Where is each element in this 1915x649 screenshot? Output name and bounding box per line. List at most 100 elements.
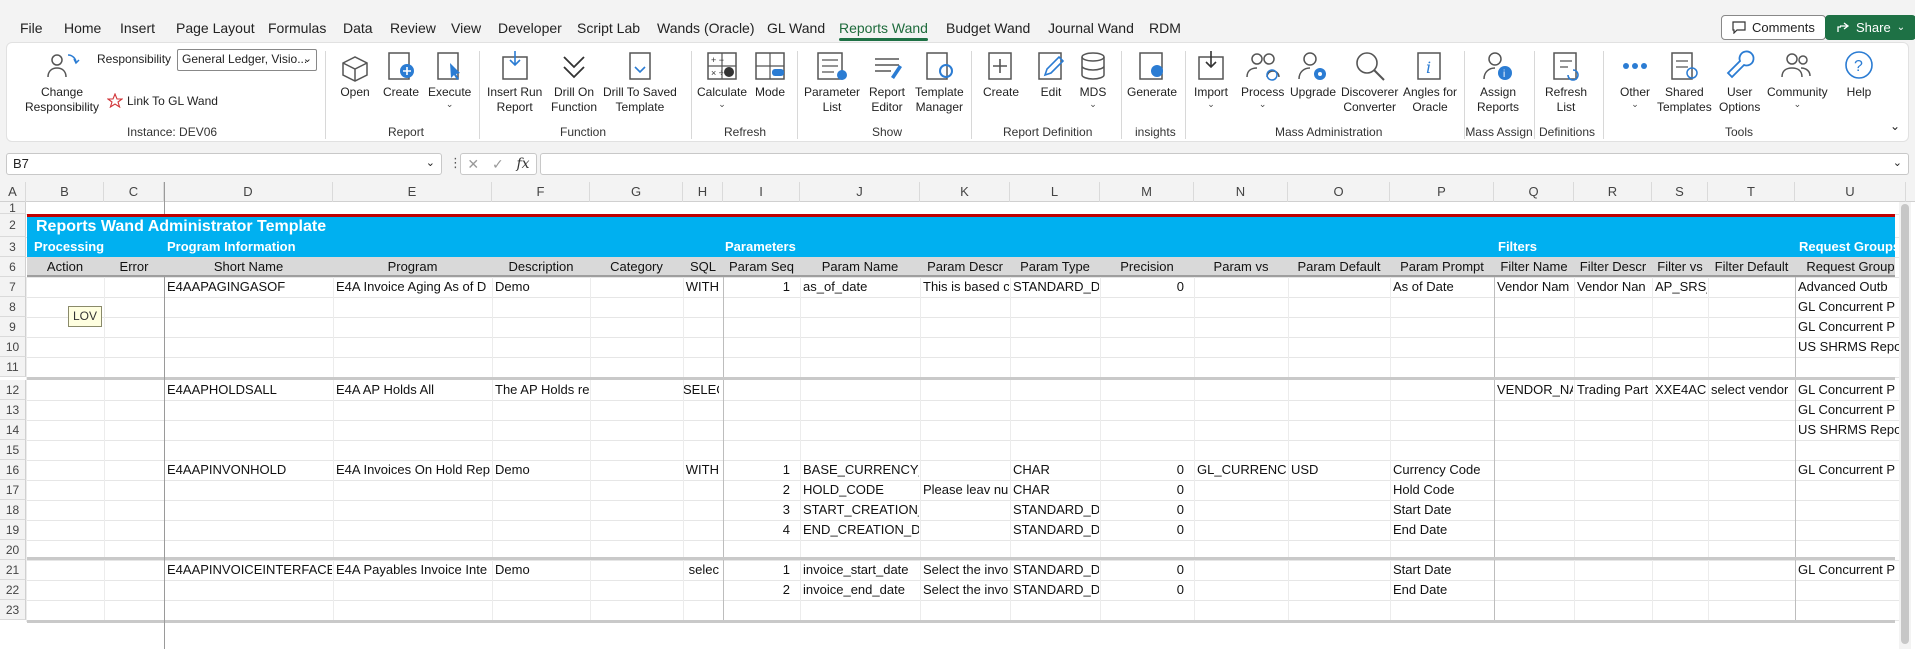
assign-reports-button[interactable]: i Assign Reports [1477,49,1519,115]
mds-button[interactable]: MDS ⌄ [1075,49,1111,109]
header-request-group[interactable]: Request Group [1795,259,1906,274]
cell-i16[interactable]: 1 [723,462,790,477]
cell-j18[interactable]: START_CREATION_DATE [803,502,919,517]
header-precision[interactable]: Precision [1100,259,1194,274]
cell-e7[interactable]: E4A Invoice Aging As of D [336,279,486,294]
column-header-p[interactable]: P [1390,182,1494,202]
cell-u7[interactable]: Advanced Outb [1798,279,1888,294]
header-param-prompt[interactable]: Param Prompt [1390,259,1494,274]
column-header-q[interactable]: Q [1494,182,1574,202]
spreadsheet-grid[interactable]: ABCDEFGHIJKLMNOPQRSTU 1 2 3 6 7 8 9 10 11 12 13 14 1… [0,182,1915,649]
cell-d12[interactable]: E4AAPHOLDSALL [167,382,277,397]
cell-p7[interactable]: As of Date [1393,279,1454,294]
cell-l21[interactable]: STANDARD_DA [1013,562,1099,577]
sheet-title[interactable]: Reports Wand Administrator Template [36,218,326,236]
cell-f16[interactable]: Demo [495,462,530,477]
user-options-button[interactable]: User Options [1719,49,1760,115]
section-parameters[interactable]: Parameters [725,239,796,254]
cell-q7[interactable]: Vendor Nam [1497,279,1569,294]
cell-d16[interactable]: E4AAPINVONHOLD [167,462,286,477]
cell-e16[interactable]: E4A Invoices On Hold Rep [336,462,490,477]
tab-file[interactable]: File [20,20,43,36]
header-param-type[interactable]: Param Type [1010,259,1100,274]
header-filter-descr[interactable]: Filter Descr [1574,259,1652,274]
column-header-b[interactable]: B [26,182,104,202]
column-header-l[interactable]: L [1010,182,1100,202]
header-filter-name[interactable]: Filter Name [1494,259,1574,274]
cell-k17[interactable]: Please leav nu [923,482,1008,497]
cell-u10[interactable]: US SHRMS Repo [1798,339,1901,354]
row-header-10[interactable]: 10 [0,337,26,357]
tab-wands-oracle[interactable]: Wands (Oracle) [657,20,755,36]
column-header-s[interactable]: S [1652,182,1708,202]
cell-m17[interactable]: 0 [1100,482,1184,497]
cell-d7[interactable]: E4AAPAGINGASOF [167,279,285,294]
cell-u21[interactable]: GL Concurrent P [1798,562,1895,577]
cell-m7[interactable]: 0 [1100,279,1184,294]
column-header-g[interactable]: G [590,182,683,202]
discoverer-converter-button[interactable]: Discoverer Converter [1341,49,1398,115]
column-header-r[interactable]: R [1574,182,1652,202]
cell-j19[interactable]: END_CREATION_DATE [803,522,919,537]
report-definition-create-button[interactable]: Create [983,49,1019,100]
community-button[interactable]: Community ⌄ [1767,49,1828,109]
column-header-d[interactable]: D [164,182,333,202]
header-param-default[interactable]: Param Default [1288,259,1390,274]
formula-input[interactable]: ⌄ [540,153,1909,175]
tab-page-layout[interactable]: Page Layout [176,20,255,36]
cell-m21[interactable]: 0 [1100,562,1184,577]
column-header-k[interactable]: K [920,182,1010,202]
cell-i7[interactable]: 1 [723,279,790,294]
help-button[interactable]: ? Help [1841,49,1877,100]
cell-u12[interactable]: GL Concurrent P [1798,382,1895,397]
comments-button[interactable]: Comments [1721,15,1826,40]
tab-reports-wand[interactable]: Reports Wand [839,20,928,41]
link-gl-wand[interactable]: Link To GL Wand [107,93,218,108]
header-param-descr[interactable]: Param Descr [920,259,1010,274]
mode-button[interactable]: Mode [752,49,788,100]
section-filters[interactable]: Filters [1498,239,1537,254]
cell-e21[interactable]: E4A Payables Invoice Inte [336,562,487,577]
cell-m18[interactable]: 0 [1100,502,1184,517]
insert-function-icon[interactable]: fx [517,156,530,172]
cell-u9[interactable]: GL Concurrent P [1798,319,1895,334]
row-header-14[interactable]: 14 [0,420,26,440]
cell-h16[interactable]: WITH [683,462,719,477]
cell-k22[interactable]: Select the invo [923,582,1008,597]
row-header-21[interactable]: 21 [0,560,26,580]
cell-i21[interactable]: 1 [723,562,790,577]
header-error[interactable]: Error [104,259,164,274]
header-filter-vs[interactable]: Filter vs [1652,259,1708,274]
cell-h7[interactable]: WITH [683,279,719,294]
row-header-1[interactable]: 1 [0,202,26,214]
row-header-2[interactable]: 2 [0,214,26,237]
change-responsibility-button[interactable]: Change Responsibility [17,49,107,115]
tab-formulas[interactable]: Formulas [268,20,326,36]
report-editor-button[interactable]: Report Editor [869,49,905,115]
cell-m16[interactable]: 0 [1100,462,1184,477]
tab-developer[interactable]: Developer [498,20,562,36]
cell-u16[interactable]: GL Concurrent P [1798,462,1895,477]
cell-u13[interactable]: GL Concurrent P [1798,402,1895,417]
header-action[interactable]: Action [26,259,104,274]
cell-p17[interactable]: Hold Code [1393,482,1454,497]
cell-k21[interactable]: Select the invo [923,562,1008,577]
section-request-groups[interactable]: Request Groups [1799,239,1900,254]
row-header-7[interactable]: 7 [0,277,26,297]
tab-view[interactable]: View [451,20,481,36]
other-button[interactable]: Other ⌄ [1617,49,1653,109]
cell-u8[interactable]: GL Concurrent P [1798,299,1895,314]
cell-i17[interactable]: 2 [723,482,790,497]
column-header-t[interactable]: T [1708,182,1795,202]
cell-i22[interactable]: 2 [723,582,790,597]
cell-p16[interactable]: Currency Code [1393,462,1480,477]
column-header-f[interactable]: F [492,182,590,202]
row-header-12[interactable]: 12 [0,380,26,400]
cell-p19[interactable]: End Date [1393,522,1447,537]
lov-button[interactable]: LOV [68,306,102,327]
report-definition-edit-button[interactable]: Edit [1033,49,1069,100]
row-header-19[interactable]: 19 [0,520,26,540]
collapse-ribbon-icon[interactable]: ⌄ [1890,119,1900,133]
column-header-a[interactable]: A [0,182,26,202]
cell-l19[interactable]: STANDARD_DA [1013,522,1099,537]
